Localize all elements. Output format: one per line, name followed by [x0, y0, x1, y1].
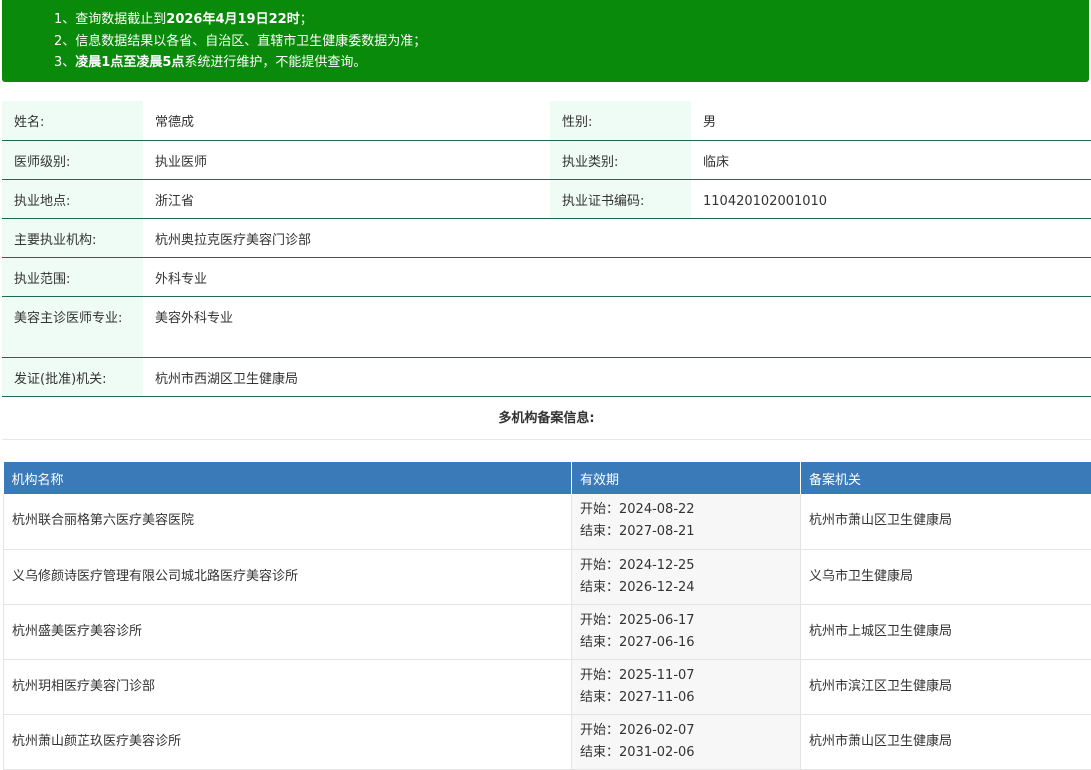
notice-line-2: 2、信息数据结果以各省、自治区、直辖市卫生健康委数据为准； — [54, 31, 1089, 53]
table-row: 杭州联合丽格第六医疗美容医院 开始：2024-08-22结束：2027-08-2… — [4, 494, 1091, 549]
period-start: 开始：2025-06-17 — [580, 610, 800, 632]
row-org: 杭州盛美医疗美容诊所 — [4, 604, 572, 659]
notice-banner: 1、查询数据截止到2026年4月19日22时； 2、信息数据结果以各省、自治区、… — [2, 0, 1089, 82]
header-authority: 备案机关 — [801, 462, 1091, 494]
table-row: 杭州玥相医疗美容门诊部 开始：2025-11-07结束：2027-11-06 杭… — [4, 659, 1091, 714]
row-authority: 义乌市卫生健康局 — [801, 549, 1091, 604]
level-value: 执业医师 — [143, 141, 550, 179]
info-row-cosmetic: 美容主诊医师专业: 美容外科专业 — [2, 297, 1091, 358]
row-period: 开始：2025-06-17结束：2027-06-16 — [572, 604, 801, 659]
row-authority: 杭州市滨江区卫生健康局 — [801, 659, 1091, 714]
gender-label: 性别: — [550, 101, 691, 140]
cosmetic-value: 美容外科专业 — [143, 297, 1091, 357]
period-end: 结束：2027-08-21 — [580, 521, 800, 543]
category-label: 执业类别: — [550, 141, 691, 179]
notice-maintenance-time: 凌晨1点至凌晨5点 — [75, 55, 184, 70]
row-period: 开始：2024-12-25结束：2026-12-24 — [572, 549, 801, 604]
row-period: 开始：2025-11-07结束：2027-11-06 — [572, 659, 801, 714]
period-start: 开始：2024-12-25 — [580, 555, 800, 577]
scope-label: 执业范围: — [2, 258, 143, 296]
name-label: 姓名: — [2, 101, 143, 140]
period-end: 结束：2027-11-06 — [580, 687, 800, 709]
info-row-level: 医师级别: 执业医师 执业类别: 临床 — [2, 141, 1091, 180]
row-org: 杭州玥相医疗美容门诊部 — [4, 659, 572, 714]
info-row-name: 姓名: 常德成 性别: 男 — [2, 101, 1091, 141]
issuer-value: 杭州市西湖区卫生健康局 — [143, 358, 1091, 396]
multi-institution-title: 多机构备案信息: — [2, 398, 1091, 440]
period-end: 结束：2026-12-24 — [580, 577, 800, 599]
cosmetic-label: 美容主诊医师专业: — [2, 297, 143, 357]
table-header-row: 机构名称 有效期 备案机关 — [4, 462, 1091, 494]
period-start: 开始：2025-11-07 — [580, 665, 800, 687]
info-row-scope: 执业范围: 外科专业 — [2, 258, 1091, 297]
row-authority: 杭州市萧山区卫生健康局 — [801, 494, 1091, 549]
level-label: 医师级别: — [2, 141, 143, 179]
info-row-location: 执业地点: 浙江省 执业证书编码: 110420102001010 — [2, 180, 1091, 219]
info-row-org: 主要执业机构: 杭州奥拉克医疗美容门诊部 — [2, 219, 1091, 258]
row-period: 开始：2024-08-22结束：2027-08-21 — [572, 494, 801, 549]
info-row-issuer: 发证(批准)机关: 杭州市西湖区卫生健康局 — [2, 358, 1091, 397]
notice-line-3: 3、凌晨1点至凌晨5点系统进行维护，不能提供查询。 — [54, 52, 1089, 74]
row-org: 杭州萧山颜芷玖医疗美容诊所 — [4, 714, 572, 769]
location-label: 执业地点: — [2, 180, 143, 218]
header-period: 有效期 — [572, 462, 801, 494]
period-end: 结束：2031-02-06 — [580, 742, 800, 764]
period-start: 开始：2024-08-22 — [580, 499, 800, 521]
cert-value: 110420102001010 — [691, 180, 1091, 218]
table-row: 杭州萧山颜芷玖医疗美容诊所 开始：2026-02-07结束：2031-02-06… — [4, 714, 1091, 769]
multi-institution-table: 机构名称 有效期 备案机关 杭州联合丽格第六医疗美容医院 开始：2024-08-… — [3, 462, 1091, 770]
issuer-label: 发证(批准)机关: — [2, 358, 143, 396]
period-end: 结束：2027-06-16 — [580, 632, 800, 654]
row-org: 义乌修颜诗医疗管理有限公司城北路医疗美容诊所 — [4, 549, 572, 604]
row-authority: 杭州市上城区卫生健康局 — [801, 604, 1091, 659]
notice-line-1: 1、查询数据截止到2026年4月19日22时； — [54, 9, 1089, 31]
scope-value: 外科专业 — [143, 258, 1091, 296]
category-value: 临床 — [691, 141, 1091, 179]
org-label: 主要执业机构: — [2, 219, 143, 257]
gender-value: 男 — [691, 101, 1091, 140]
name-value: 常德成 — [143, 101, 550, 140]
row-authority: 杭州市萧山区卫生健康局 — [801, 714, 1091, 769]
table-row: 义乌修颜诗医疗管理有限公司城北路医疗美容诊所 开始：2024-12-25结束：2… — [4, 549, 1091, 604]
header-org: 机构名称 — [4, 462, 572, 494]
location-value: 浙江省 — [143, 180, 550, 218]
notice-date: 2026年4月19日22时 — [166, 12, 299, 27]
doctor-info: 姓名: 常德成 性别: 男 医师级别: 执业医师 执业类别: 临床 执业地点: … — [2, 101, 1091, 397]
cert-label: 执业证书编码: — [550, 180, 691, 218]
row-period: 开始：2026-02-07结束：2031-02-06 — [572, 714, 801, 769]
row-org: 杭州联合丽格第六医疗美容医院 — [4, 494, 572, 549]
table-row: 杭州盛美医疗美容诊所 开始：2025-06-17结束：2027-06-16 杭州… — [4, 604, 1091, 659]
period-start: 开始：2026-02-07 — [580, 720, 800, 742]
org-value: 杭州奥拉克医疗美容门诊部 — [143, 219, 1091, 257]
